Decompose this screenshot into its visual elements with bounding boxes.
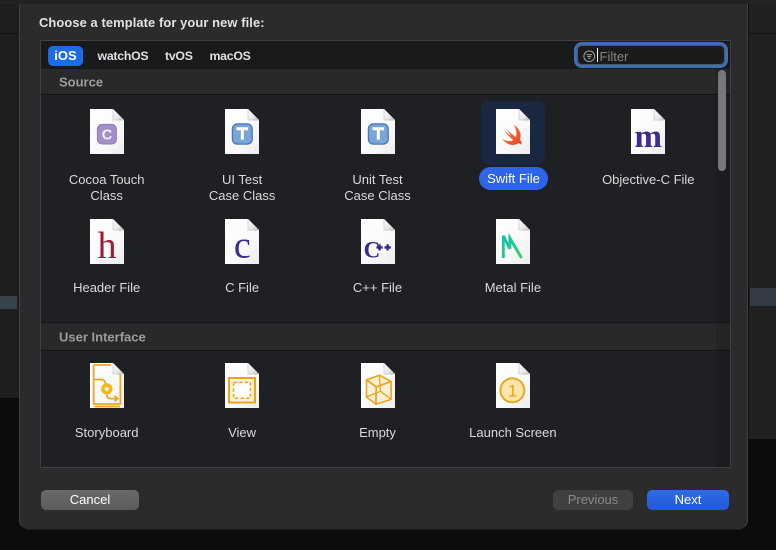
svg-text:C: C <box>101 127 112 143</box>
svg-text:C: C <box>363 237 380 262</box>
svg-text:1: 1 <box>508 382 517 401</box>
svg-text:h: h <box>97 225 116 264</box>
svg-text:c: c <box>234 224 251 264</box>
svg-text:m: m <box>635 119 663 154</box>
